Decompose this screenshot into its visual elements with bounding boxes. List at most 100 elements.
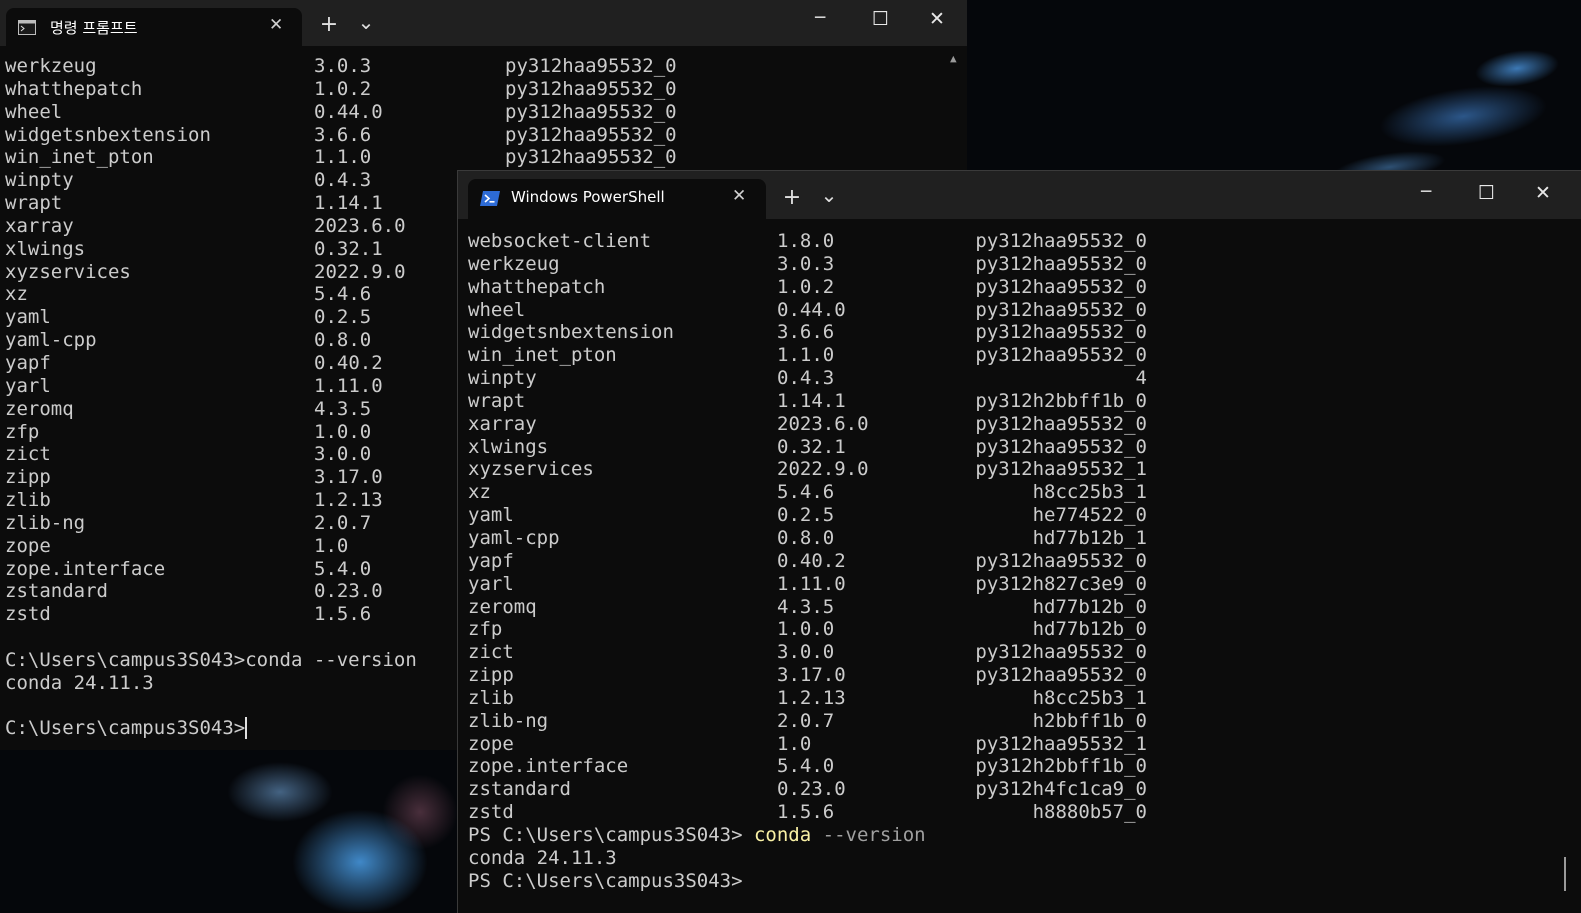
package-name: yarl — [468, 572, 514, 595]
package-build: h8cc25b3_1 — [1032, 481, 1147, 504]
ps-package-row: zipp 3.17.0 py312haa95532_0 — [468, 664, 1147, 687]
ps-package-row: whatthepatch 1.0.2 py312haa95532_0 — [468, 275, 1147, 299]
ps-tab[interactable]: Windows PowerShell ✕ — [468, 179, 766, 219]
ps-package-row: zstd 1.5.6 h8880b57_0 — [468, 801, 1147, 824]
package-version: 0.40.2 — [314, 351, 383, 374]
ps-output-line: conda 24.11.3 — [468, 846, 617, 869]
package-version: 3.17.0 — [314, 466, 383, 489]
package-build: py312h827c3e9_0 — [975, 572, 1147, 595]
cmd-package-row: zlib-ng 2.0.7 — [5, 512, 417, 535]
package-name: xlwings — [5, 237, 86, 260]
ps-close-button[interactable]: ✕ — [1535, 182, 1551, 204]
package-build: py312haa95532_0 — [975, 412, 1147, 435]
cmd-package-row: xarray 2023.6.0 — [5, 215, 417, 238]
package-version: 1.8.0 — [777, 230, 835, 252]
ps-package-row: zlib 1.2.13 h8cc25b3_1 — [468, 686, 1147, 710]
package-name: xz — [468, 481, 491, 504]
package-build: py312haa95532_0 — [975, 435, 1147, 458]
cmd-scroll-up-icon[interactable]: ▲ — [950, 52, 957, 65]
cmd-output-line: conda 24.11.3 — [5, 671, 154, 694]
package-build: py312haa95532_0 — [975, 641, 1147, 664]
package-build: py312haa95532_0 — [975, 549, 1147, 572]
package-version: 3.6.6 — [314, 123, 372, 146]
package-build: py312h2bbff1b_0 — [975, 389, 1147, 412]
ps-command-argument: --version — [811, 823, 926, 846]
cmd-package-row: yarl 1.11.0 — [5, 375, 417, 398]
cmd-tab-dropdown-icon[interactable]: ⌄ — [356, 10, 376, 34]
cmd-tab[interactable]: 명령 프롬프트 ✕ — [6, 8, 302, 46]
cmd-prompt-line[interactable]: C:\Users\campus3S043> — [5, 717, 417, 740]
package-build: hd77b12b_0 — [1032, 595, 1147, 618]
cmd-minimize-button[interactable]: ─ — [815, 8, 825, 28]
package-version: 1.0 — [314, 534, 349, 557]
cmd-package-row: zipp 3.17.0 — [5, 466, 417, 489]
package-name: wheel — [5, 100, 63, 123]
powershell-window[interactable]: Windows PowerShell ✕ + ⌄ ─ ☐ ✕ websocket… — [457, 170, 1581, 913]
package-name: zlib-ng — [5, 511, 86, 534]
package-version: 3.6.6 — [777, 321, 835, 344]
package-version: 1.1.0 — [777, 344, 835, 367]
cmd-package-row: yapf 0.40.2 — [5, 352, 417, 375]
cmd-package-row: zict 3.0.0 — [5, 443, 417, 466]
cmd-tab-close-icon[interactable]: ✕ — [269, 15, 283, 35]
package-version: 2023.6.0 — [777, 412, 869, 435]
package-version: 1.0.0 — [777, 618, 835, 641]
package-build: py312haa95532_0 — [505, 55, 677, 77]
package-name: winpty — [468, 367, 537, 390]
cmd-new-tab-button[interactable]: + — [318, 12, 340, 37]
package-build: h8880b57_0 — [1032, 801, 1147, 824]
package-name: wheel — [468, 298, 526, 321]
cmd-package-row: xyzservices 2022.9.0 — [5, 261, 417, 284]
cmd-titlebar[interactable]: 명령 프롬프트 ✕ + ⌄ ─ ☐ ✕ — [0, 0, 967, 46]
cmd-package-row: zope.interface 5.4.0 — [5, 558, 417, 581]
package-version: 1.2.13 — [777, 686, 846, 709]
cmd-command-line: C:\Users\campus3S043>conda --version — [5, 648, 417, 671]
ps-maximize-button[interactable]: ☐ — [1478, 182, 1495, 204]
package-version: 1.0.0 — [314, 420, 372, 443]
package-version: 0.32.1 — [314, 237, 383, 260]
package-version: 4.3.5 — [777, 595, 835, 618]
ps-package-row: yapf 0.40.2 py312haa95532_0 — [468, 550, 1147, 573]
cmd-package-row: zfp 1.0.0 — [5, 421, 417, 444]
cmd-package-row: zstd 1.5.6 — [5, 603, 417, 626]
cmd-package-row: xz 5.4.6 — [5, 283, 417, 306]
package-version: 3.0.3 — [777, 252, 835, 275]
package-name: yaml — [468, 504, 514, 527]
package-name: xarray — [468, 412, 537, 435]
package-name: wrapt — [468, 389, 526, 412]
ps-package-row: xarray 2023.6.0 py312haa95532_0 — [468, 412, 1147, 436]
package-name: xlwings — [468, 435, 549, 458]
package-build: py312haa95532_0 — [975, 275, 1147, 298]
ps-package-row: yaml 0.2.5 he774522_0 — [468, 504, 1147, 527]
package-build: py312haa95532_0 — [505, 146, 677, 169]
package-name: zict — [468, 641, 514, 664]
ps-new-tab-button[interactable]: + — [781, 185, 803, 210]
package-version: 1.11.0 — [314, 374, 383, 397]
package-version: 1.0.2 — [777, 275, 835, 298]
package-version: 5.4.6 — [777, 481, 835, 504]
cmd-tab-title: 명령 프롬프트 — [50, 19, 138, 37]
package-name: zope — [5, 534, 51, 557]
package-name: whatthepatch — [5, 77, 143, 100]
package-name: zope.interface — [5, 557, 166, 580]
ps-prompt-line[interactable]: PS C:\Users\campus3S043> — [468, 870, 926, 893]
package-name: widgetsnbextension — [5, 123, 211, 146]
ps-minimize-button[interactable]: ─ — [1421, 182, 1431, 202]
package-version: 2023.6.0 — [314, 214, 406, 237]
package-name: websocket-client — [468, 230, 652, 252]
package-version: 3.17.0 — [777, 664, 846, 687]
ps-scrollbar-thumb[interactable] — [1564, 857, 1566, 891]
ps-package-row: xz 5.4.6 h8cc25b3_1 — [468, 481, 1147, 504]
ps-package-row: yaml-cpp 0.8.0 hd77b12b_1 — [468, 527, 1147, 550]
ps-titlebar[interactable]: Windows PowerShell ✕ + ⌄ ─ ☐ ✕ — [458, 171, 1581, 219]
cmd-maximize-button[interactable]: ☐ — [872, 8, 889, 30]
ps-tab-close-icon[interactable]: ✕ — [732, 186, 746, 206]
cmd-close-button[interactable]: ✕ — [929, 8, 945, 30]
ps-package-row: yarl 1.11.0 py312h827c3e9_0 — [468, 572, 1147, 596]
package-version: 2022.9.0 — [777, 458, 869, 481]
ps-tab-dropdown-icon[interactable]: ⌄ — [819, 183, 839, 207]
package-name: win_inet_pton — [468, 344, 617, 367]
package-build: py312haa95532_0 — [505, 123, 677, 146]
cmd-package-row: zeromq 4.3.5 — [5, 398, 417, 421]
